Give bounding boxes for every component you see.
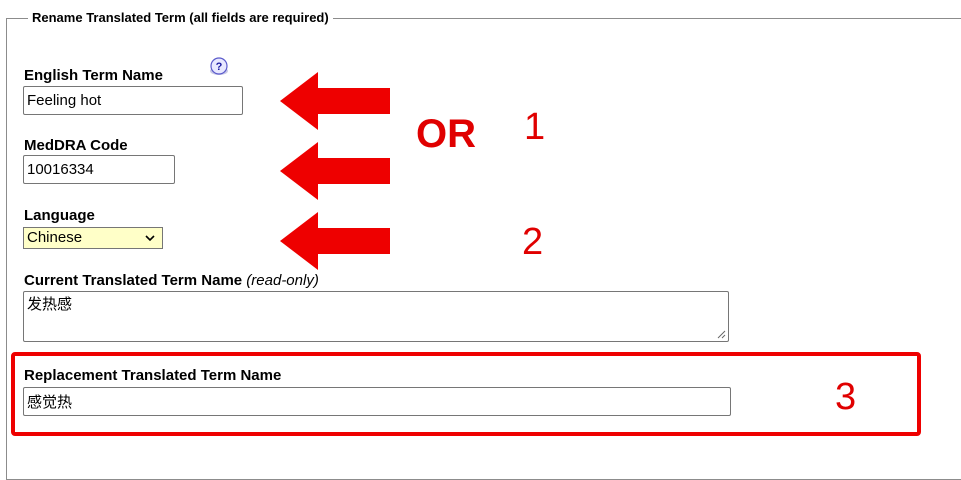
language-label: Language xyxy=(24,207,95,224)
left-arrow-icon xyxy=(280,212,390,270)
language-selected-value: Chinese xyxy=(27,229,83,246)
read-only-note: (read-only) xyxy=(246,272,319,289)
chevron-down-icon xyxy=(145,235,155,242)
step-1-annotation: 1 xyxy=(524,106,546,148)
english-term-label: English Term Name xyxy=(24,67,163,84)
current-translated-value: 发热感 xyxy=(27,296,73,313)
or-annotation: OR xyxy=(416,112,476,156)
fieldset-legend: Rename Translated Term (all fields are r… xyxy=(28,10,333,26)
left-arrow-icon xyxy=(280,142,390,200)
current-translated-textarea: 发热感 xyxy=(23,291,729,342)
current-translated-label-text: Current Translated Term Name xyxy=(24,272,243,289)
left-arrow-icon xyxy=(280,72,390,130)
current-translated-label: Current Translated Term Name (read-only) xyxy=(24,272,319,290)
step-3-annotation: 3 xyxy=(835,376,857,418)
step-2-annotation: 2 xyxy=(522,221,544,263)
meddra-code-label: MedDRA Code xyxy=(24,137,128,154)
svg-text:?: ? xyxy=(216,61,223,73)
language-select[interactable]: Chinese xyxy=(23,227,163,249)
annotation-highlight-box xyxy=(11,352,921,436)
english-term-input[interactable] xyxy=(23,86,243,115)
meddra-code-input[interactable] xyxy=(23,155,175,184)
help-question-icon[interactable]: ? xyxy=(208,56,230,78)
resize-handle-icon[interactable] xyxy=(716,329,726,339)
